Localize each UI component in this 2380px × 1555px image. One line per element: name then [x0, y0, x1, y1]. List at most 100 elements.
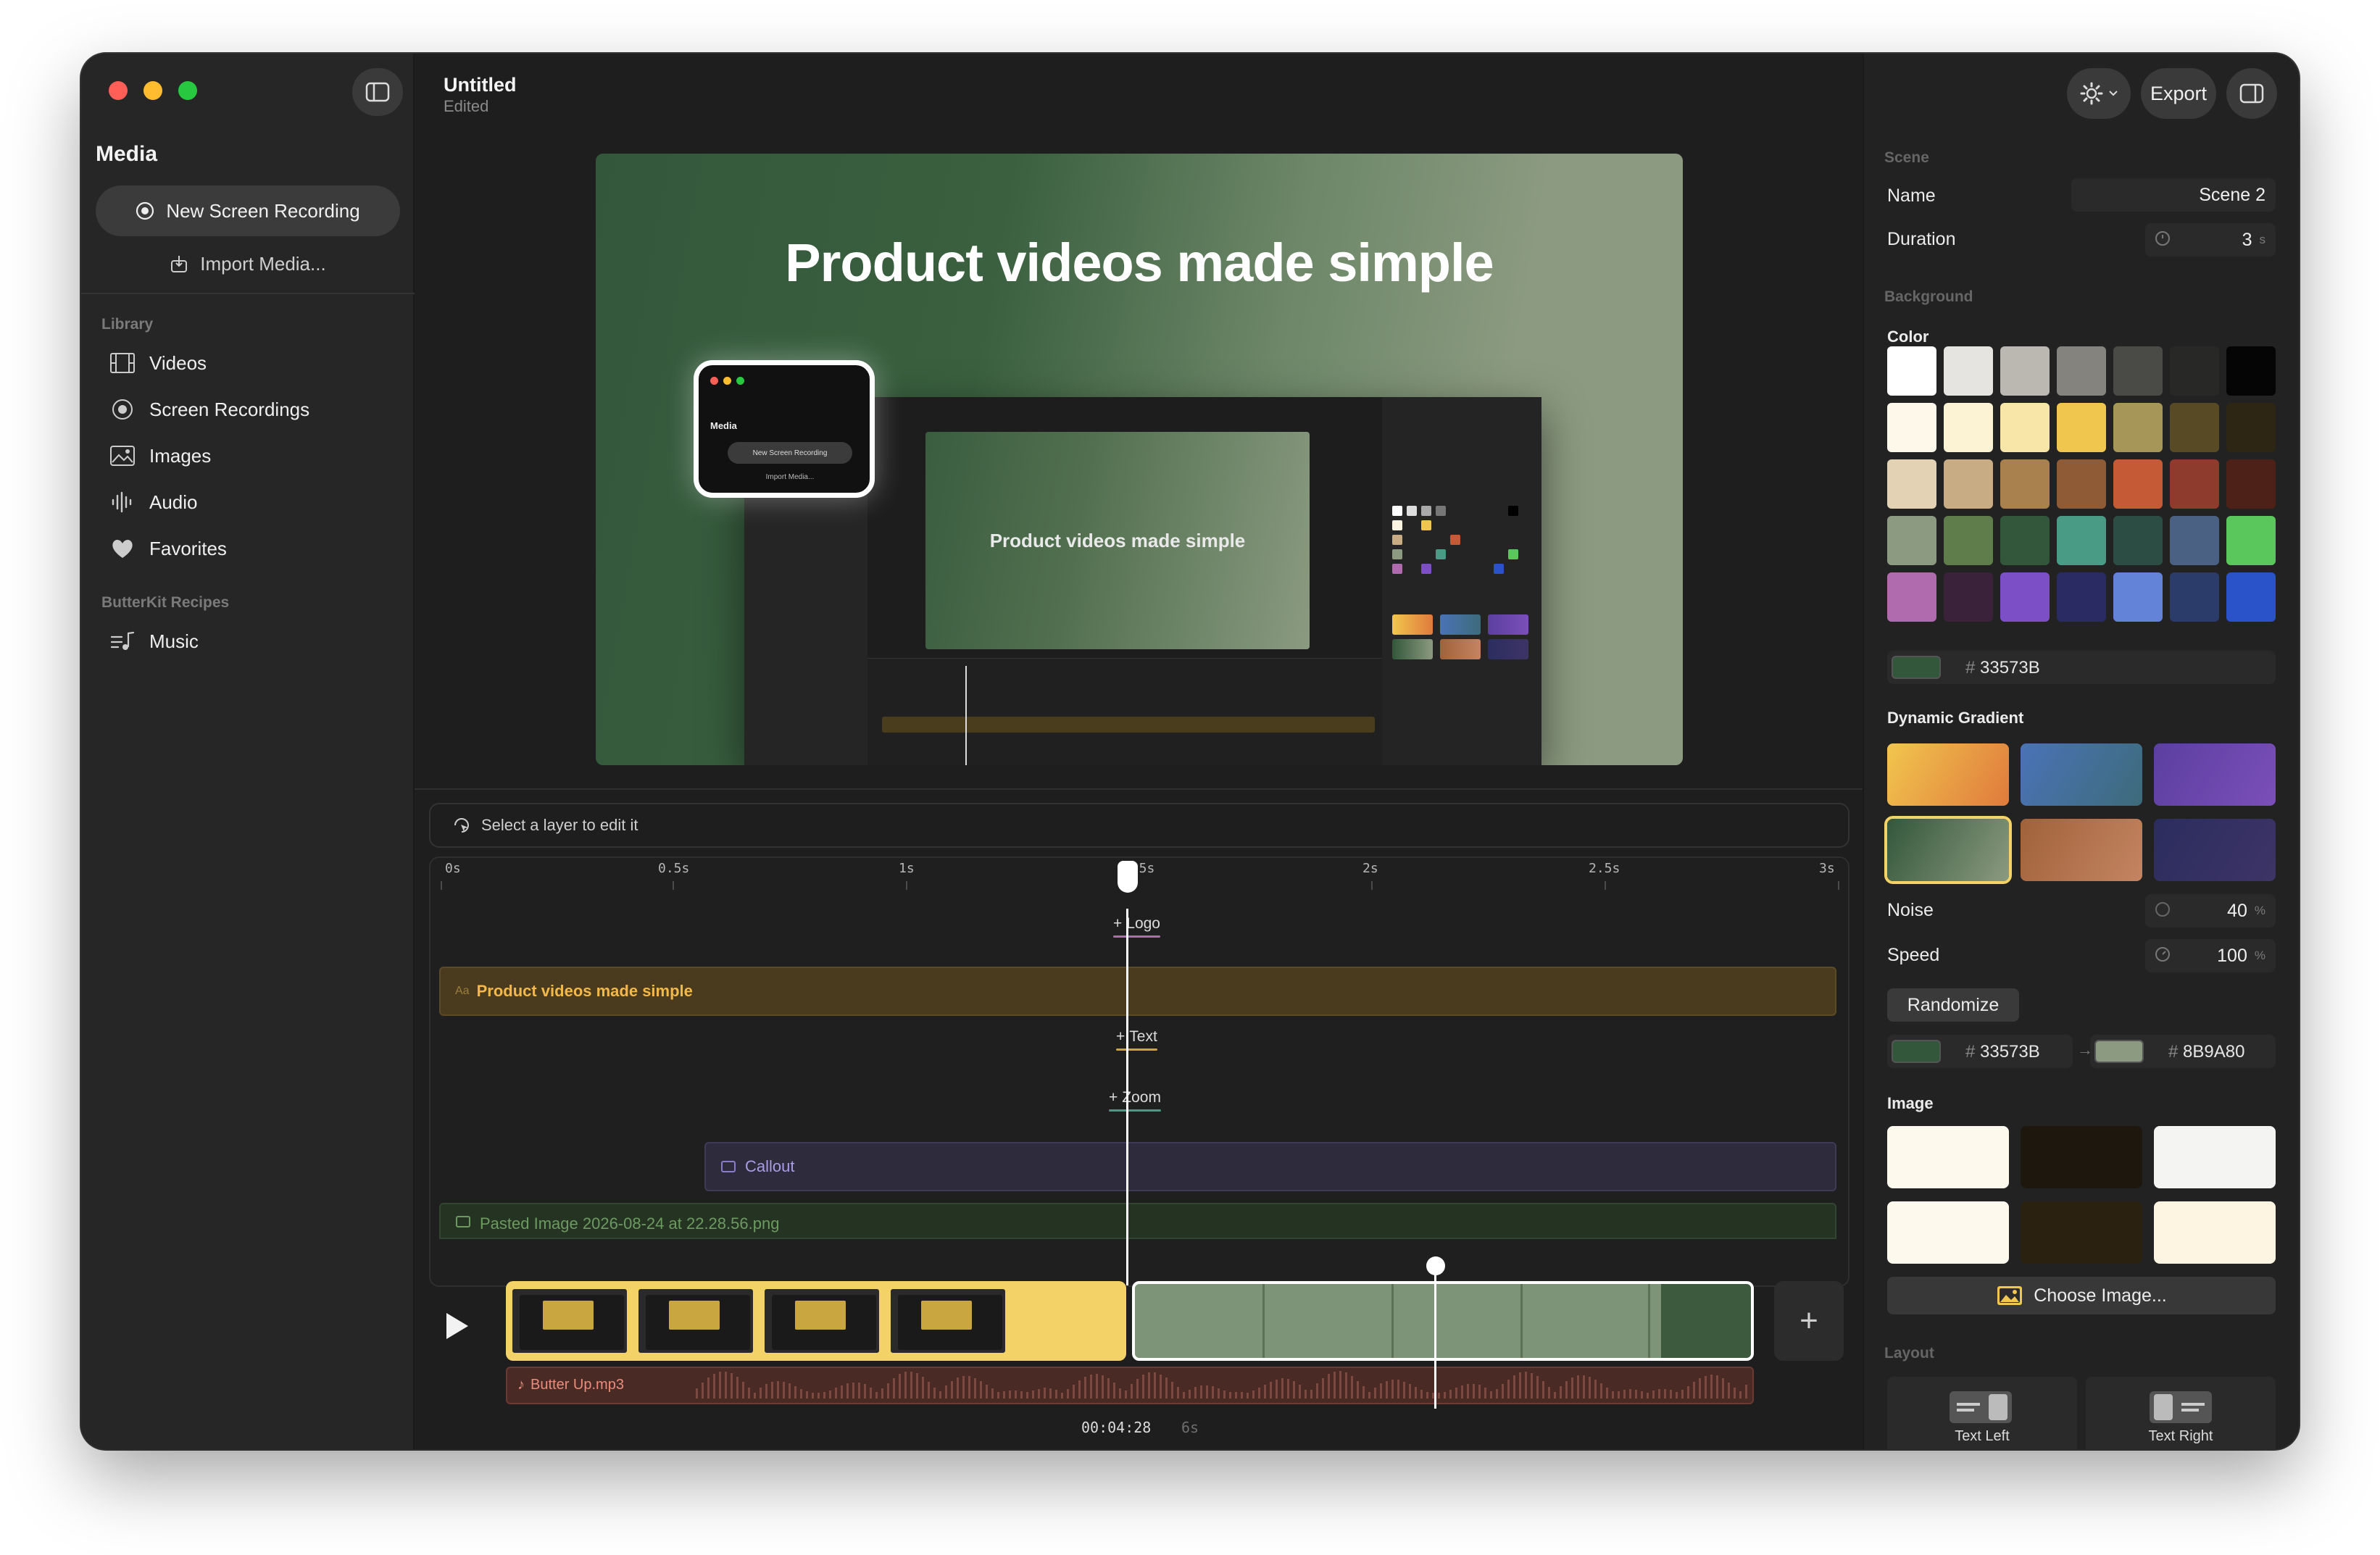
color-swatch[interactable] — [2170, 516, 2219, 565]
sidebar-item-images[interactable]: Images — [109, 438, 211, 474]
mini-swatch — [1421, 564, 1431, 574]
new-screen-recording-button[interactable]: New Screen Recording — [96, 185, 400, 236]
color-swatch[interactable] — [2000, 346, 2050, 396]
waveform-bar — [1565, 1380, 1568, 1398]
sidebar-item-screen-recordings[interactable]: Screen Recordings — [109, 391, 309, 428]
zoom-window-button[interactable] — [178, 81, 197, 100]
audio-track[interactable]: ♪ Butter Up.mp3 — [506, 1367, 1754, 1404]
gradient-end-well[interactable] — [2094, 1040, 2144, 1063]
gradient-preset[interactable] — [2021, 819, 2142, 881]
image-layer-clip[interactable]: Pasted Image 2026-08-24 at 22.28.56.png — [439, 1203, 1836, 1239]
background-image-option[interactable] — [2021, 1126, 2142, 1188]
color-swatch[interactable] — [2057, 516, 2106, 565]
waveform-bar — [1015, 1390, 1017, 1398]
color-swatch[interactable] — [2170, 403, 2219, 452]
close-window-button[interactable] — [109, 81, 128, 100]
color-swatch[interactable] — [2000, 459, 2050, 509]
timeline-playhead-handle[interactable] — [1118, 861, 1138, 893]
color-swatch[interactable] — [2000, 572, 2050, 622]
color-swatch[interactable] — [1887, 403, 1936, 452]
color-swatch[interactable] — [2226, 346, 2276, 396]
randomize-button[interactable]: Randomize — [1887, 988, 2019, 1022]
scene-1-strip[interactable] — [506, 1281, 1126, 1361]
color-swatch[interactable] — [2226, 572, 2276, 622]
color-swatch[interactable] — [2057, 346, 2106, 396]
color-swatch[interactable] — [2226, 516, 2276, 565]
zoom-callout-overlay[interactable]: Media New Screen Recording Import Media.… — [694, 360, 875, 498]
color-swatch[interactable] — [1944, 403, 1993, 452]
color-swatch[interactable] — [1944, 516, 1993, 565]
color-swatch[interactable] — [2000, 516, 2050, 565]
waveform-bar — [742, 1382, 744, 1398]
color-swatch[interactable] — [2170, 346, 2219, 396]
add-logo-button[interactable]: + Logo — [1113, 913, 1160, 938]
import-media-button[interactable]: Import Media... — [96, 242, 400, 285]
color-swatch[interactable] — [2057, 459, 2106, 509]
preview-headline[interactable]: Product videos made simple — [596, 232, 1683, 293]
color-swatch[interactable] — [1944, 346, 1993, 396]
color-swatch[interactable] — [2000, 403, 2050, 452]
sidebar-item-audio[interactable]: Audio — [109, 484, 198, 520]
gradient-preset[interactable] — [2154, 743, 2276, 806]
background-image-option[interactable] — [2021, 1201, 2142, 1264]
gradient-end-field[interactable]: # 8B9A80 — [2090, 1035, 2276, 1068]
noise-unit: % — [2254, 904, 2265, 917]
color-swatch[interactable] — [2113, 516, 2163, 565]
background-image-option[interactable] — [2154, 1201, 2276, 1264]
play-button[interactable] — [435, 1303, 478, 1349]
color-swatch[interactable] — [2226, 459, 2276, 509]
toggle-sidebar-button[interactable] — [352, 68, 403, 116]
layout-text-right-option[interactable]: Text Right — [2086, 1377, 2276, 1449]
color-well[interactable] — [1892, 656, 1941, 679]
callout-layer-clip[interactable]: Callout — [704, 1142, 1836, 1191]
export-button[interactable]: Export — [2141, 68, 2216, 119]
background-image-option[interactable] — [1887, 1201, 2009, 1264]
color-swatch[interactable] — [2170, 572, 2219, 622]
color-swatch[interactable] — [2113, 346, 2163, 396]
color-swatch[interactable] — [2170, 459, 2219, 509]
add-text-button[interactable]: + Text — [1116, 1026, 1157, 1051]
scene-2-strip[interactable] — [1132, 1281, 1754, 1361]
color-swatch[interactable] — [2113, 572, 2163, 622]
speed-field[interactable]: 100 % — [2145, 939, 2276, 972]
color-swatch[interactable] — [2226, 403, 2276, 452]
toggle-inspector-button[interactable] — [2226, 68, 2277, 119]
gradient-preset[interactable] — [2154, 819, 2276, 881]
color-swatch[interactable] — [1887, 516, 1936, 565]
waveform-bar — [823, 1391, 825, 1398]
background-image-option[interactable] — [1887, 1126, 2009, 1188]
color-swatch[interactable] — [1887, 346, 1936, 396]
color-swatch[interactable] — [2057, 403, 2106, 452]
layout-text-left-option[interactable]: Text Left — [1887, 1377, 2077, 1449]
settings-menu-button[interactable] — [2067, 68, 2131, 119]
color-swatch[interactable] — [1887, 572, 1936, 622]
gradient-preset[interactable] — [1887, 819, 2009, 881]
hex-color-field[interactable]: # 33573B — [1887, 651, 2276, 684]
canvas-preview[interactable]: Product videos made simple Product video… — [596, 154, 1683, 765]
scene-playhead-handle[interactable] — [1426, 1256, 1445, 1275]
text-layer-clip[interactable]: Aa Product videos made simple — [439, 967, 1836, 1016]
noise-field[interactable]: 40 % — [2145, 894, 2276, 927]
gradient-start-well[interactable] — [1892, 1040, 1941, 1063]
minimize-window-button[interactable] — [143, 81, 162, 100]
waveform-bar — [1096, 1374, 1098, 1398]
gradient-preset[interactable] — [1887, 743, 2009, 806]
sidebar-item-favorites[interactable]: Favorites — [109, 530, 227, 567]
choose-image-button[interactable]: Choose Image... — [1887, 1277, 2276, 1314]
waveform-bar — [1519, 1372, 1521, 1398]
duration-field[interactable]: 3 s — [2145, 223, 2276, 257]
color-swatch[interactable] — [1887, 459, 1936, 509]
add-scene-button[interactable]: + — [1774, 1281, 1844, 1361]
color-swatch[interactable] — [2113, 459, 2163, 509]
gradient-start-field[interactable]: # 33573B — [1887, 1035, 2073, 1068]
color-swatch[interactable] — [2113, 403, 2163, 452]
add-zoom-button[interactable]: + Zoom — [1109, 1087, 1161, 1112]
color-swatch[interactable] — [1944, 572, 1993, 622]
color-swatch[interactable] — [2057, 572, 2106, 622]
color-swatch[interactable] — [1944, 459, 1993, 509]
sidebar-item-music[interactable]: Music — [109, 623, 199, 659]
gradient-preset[interactable] — [2021, 743, 2142, 806]
background-image-option[interactable] — [2154, 1126, 2276, 1188]
scene-name-field[interactable]: Scene 2 — [2071, 178, 2276, 212]
sidebar-item-videos[interactable]: Videos — [109, 345, 207, 381]
